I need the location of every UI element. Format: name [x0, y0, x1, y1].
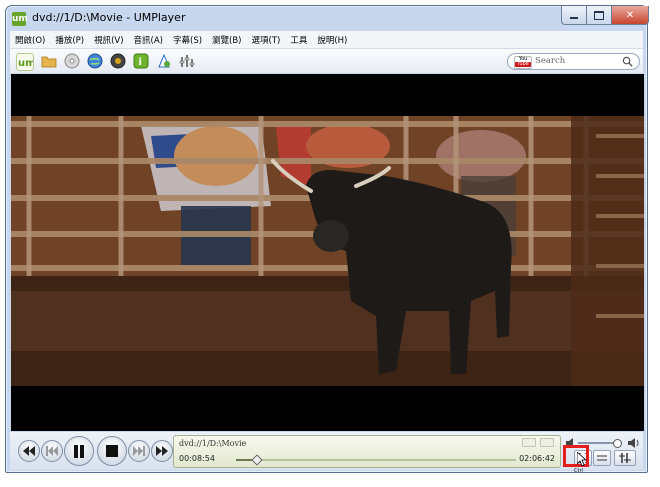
fast-forward-icon [156, 446, 168, 456]
playlist-icon [619, 453, 631, 463]
rewind-icon [23, 446, 35, 456]
close-button[interactable]: ✕ [611, 6, 649, 25]
minimize-icon [570, 17, 578, 19]
rewind-button[interactable] [18, 440, 40, 462]
menu-bar: 開啟(O) 播放(P) 視訊(V) 音訊(A) 字幕(S) 瀏覽(B) 選項(T… [10, 31, 643, 49]
menu-tools[interactable]: 工具 [285, 34, 312, 46]
previous-button[interactable] [41, 440, 63, 462]
menu-browse[interactable]: 瀏覽(B) [207, 34, 246, 46]
stop-button[interactable] [97, 436, 127, 466]
svg-text:i: i [139, 57, 142, 68]
video-area[interactable] [11, 74, 644, 431]
control-bar: dvd://1/D:\Movie 00:08:54 02:06:42 [10, 432, 643, 470]
toolbar: um i You Tube [10, 49, 643, 74]
next-icon [133, 446, 145, 456]
panel-mini-icons [522, 438, 554, 447]
menu-play[interactable]: 播放(P) [50, 34, 89, 46]
pause-icon [74, 444, 84, 458]
equalizer-icon[interactable] [179, 53, 195, 69]
volume-high-icon[interactable] [628, 438, 640, 448]
file-path-label: dvd://1/D:\Movie [179, 439, 247, 448]
search-input[interactable] [535, 55, 615, 67]
dvd-disc-icon[interactable] [64, 53, 80, 69]
next-button[interactable] [128, 440, 150, 462]
audio-icon[interactable] [156, 53, 172, 69]
menu-subtitles[interactable]: 字幕(S) [168, 34, 207, 46]
menu-audio[interactable]: 音訊(A) [129, 34, 168, 46]
seek-bar[interactable] [236, 454, 516, 466]
tooltip-label: Ctrl [574, 468, 583, 474]
playback-info-panel: dvd://1/D:\Movie 00:08:54 02:06:42 [173, 435, 561, 468]
stop-icon [106, 445, 118, 457]
window-title: dvd://1/D:\Movie - UMPlayer [32, 11, 186, 24]
close-icon: ✕ [625, 9, 635, 21]
compact-mode-icon [597, 455, 607, 461]
previous-icon [46, 446, 58, 456]
main-window: um dvd://1/D:\Movie - UMPlayer ✕ 開啟(O) 播… [5, 5, 649, 473]
fast-forward-button[interactable] [151, 440, 173, 462]
volume-slider[interactable] [578, 439, 622, 448]
volume-slider-knob[interactable] [612, 439, 622, 448]
video-frame [11, 116, 644, 386]
info-icon[interactable]: i [133, 53, 149, 69]
compact-mode-button[interactable] [593, 450, 611, 466]
playlist-button[interactable] [614, 450, 636, 466]
total-time: 02:06:42 [519, 454, 555, 463]
umplayer-app-icon: um [12, 12, 28, 26]
youtube-logo-bottom: Tube [515, 62, 531, 67]
menu-options[interactable]: 選項(T) [247, 34, 286, 46]
open-folder-icon[interactable] [41, 53, 57, 69]
record-disc-icon[interactable] [110, 53, 126, 69]
deinterlace-icon[interactable] [540, 438, 554, 447]
menu-open[interactable]: 開啟(O) [10, 34, 50, 46]
maximize-icon [594, 10, 604, 20]
mouse-cursor-icon [577, 452, 587, 466]
maximize-button[interactable] [586, 6, 612, 25]
menu-video[interactable]: 視訊(V) [89, 34, 128, 46]
minimize-button[interactable] [561, 6, 587, 25]
url-globe-icon[interactable] [87, 53, 103, 69]
youtube-logo-icon: You Tube [514, 56, 532, 69]
current-time: 00:08:54 [179, 454, 215, 463]
seek-handle[interactable] [250, 454, 263, 466]
um-logo-icon[interactable]: um [16, 53, 36, 71]
title-bar[interactable]: um dvd://1/D:\Movie - UMPlayer ✕ [6, 6, 649, 30]
pause-button[interactable] [64, 436, 94, 466]
youtube-search-box[interactable]: You Tube [507, 53, 640, 70]
search-icon[interactable] [622, 56, 633, 67]
aspect-ratio-icon[interactable] [522, 438, 536, 447]
svg-text:um: um [18, 58, 33, 69]
menu-help[interactable]: 說明(H) [312, 34, 352, 46]
